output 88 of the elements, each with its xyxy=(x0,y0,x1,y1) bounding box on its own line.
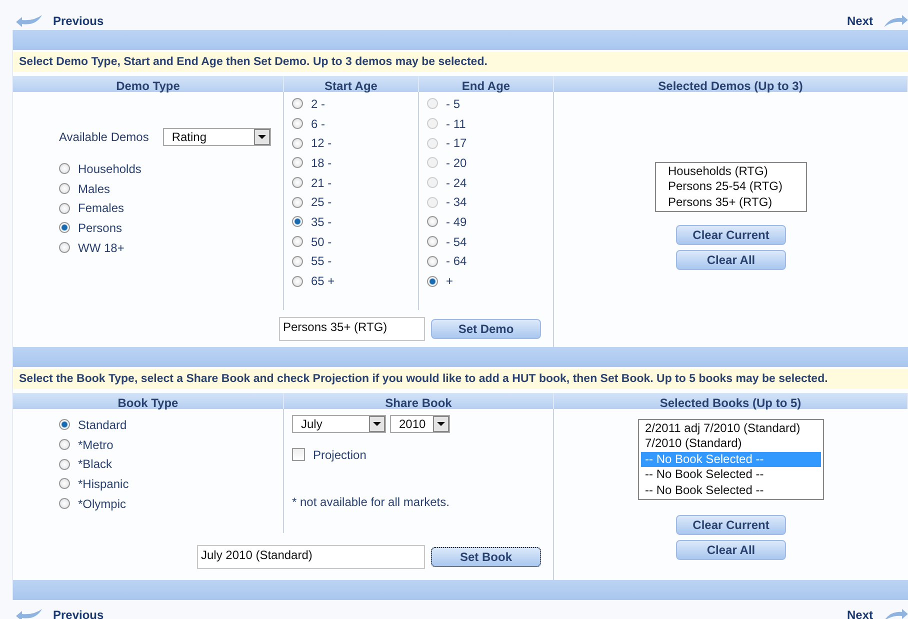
radio-button[interactable] xyxy=(292,177,303,188)
radio-button[interactable] xyxy=(292,196,303,208)
radio-option[interactable]: Persons xyxy=(59,218,283,238)
radio-option[interactable]: + xyxy=(427,271,553,291)
radio-option[interactable]: - 54 xyxy=(427,232,553,252)
column-header: Share Book xyxy=(284,393,554,409)
radio-option[interactable]: 18 - xyxy=(292,153,418,173)
radio-button[interactable] xyxy=(292,256,303,267)
note-text: * not available for all markets. xyxy=(292,494,450,509)
radio-button[interactable] xyxy=(292,157,303,168)
radio-button[interactable] xyxy=(59,242,70,254)
radio-option[interactable]: Females xyxy=(59,198,283,218)
back-arrow-icon xyxy=(14,14,44,28)
radio-button[interactable] xyxy=(59,163,70,174)
radio-button[interactable] xyxy=(427,276,438,287)
forward-arrow-icon xyxy=(882,14,908,28)
radio-button[interactable] xyxy=(292,138,303,149)
radio-button[interactable] xyxy=(427,256,438,267)
checkbox[interactable] xyxy=(292,448,305,462)
radio-button[interactable] xyxy=(292,216,303,228)
demos-dropdown[interactable]: Rating xyxy=(162,128,271,146)
radio-button[interactable] xyxy=(292,236,303,248)
radio-option[interactable]: *Olympic xyxy=(59,494,283,514)
radio-button[interactable] xyxy=(292,98,303,110)
list-option[interactable]: Persons 25-54 (RTG) xyxy=(664,179,798,195)
projection-option[interactable]: Projection xyxy=(292,445,553,465)
radio-button[interactable] xyxy=(59,498,70,510)
previous-link[interactable]: Previous xyxy=(14,14,104,30)
next-link[interactable]: Next xyxy=(846,608,908,619)
radio-button[interactable] xyxy=(59,458,70,470)
radio-option[interactable]: 65 + xyxy=(292,271,418,291)
instruction-text: Select the Book Type, select a Share Book and check Projection if you would like to add a HUT book, then Set Book. Up to 5 books may be selected. xyxy=(13,369,908,389)
previous-link[interactable]: Previous xyxy=(14,608,104,619)
radio-option[interactable]: *Black xyxy=(59,454,283,474)
column-header: End Age xyxy=(419,76,554,92)
available-demos-label: Available Demos xyxy=(59,130,149,144)
radio-option[interactable]: 35 - xyxy=(292,212,418,232)
radio-option[interactable]: Males xyxy=(59,178,283,198)
radio-option[interactable]: 21 - xyxy=(292,172,418,192)
current-book-field[interactable]: July 2010 (Standard) xyxy=(197,544,425,568)
column-header: Demo Type xyxy=(13,76,284,92)
list-option[interactable]: 2/2011 adj 7/2010 (Standard) xyxy=(641,421,821,436)
radio-option[interactable]: WW 18+ xyxy=(59,238,283,258)
back-arrow-icon xyxy=(14,608,44,619)
radio-button[interactable] xyxy=(292,118,303,130)
month-dropdown[interactable]: July xyxy=(292,415,386,433)
radio-option[interactable]: 6 - xyxy=(292,114,418,134)
column-header: Book Type xyxy=(13,393,284,409)
radio-option[interactable]: 2 - xyxy=(292,94,418,114)
clear-current-button[interactable]: Clear Current xyxy=(676,225,786,246)
radio-option[interactable]: 12 - xyxy=(292,133,418,154)
radio-option[interactable]: Standard xyxy=(59,415,283,435)
radio-button[interactable] xyxy=(59,202,70,214)
list-option[interactable]: Households (RTG) xyxy=(664,164,798,180)
radio-button[interactable] xyxy=(59,419,70,430)
radio-option[interactable]: *Metro xyxy=(59,434,283,454)
radio-option[interactable]: - 49 xyxy=(427,212,553,232)
radio-button[interactable] xyxy=(427,236,438,248)
set-book-button[interactable]: Set Book xyxy=(431,546,541,566)
selected-demos-list[interactable]: Households (RTG) Persons 25-54 (RTG) Persons 35+ (RTG) xyxy=(655,162,807,212)
list-option[interactable]: -- No Book Selected -- xyxy=(641,467,821,483)
radio-button[interactable] xyxy=(59,478,70,490)
radio-button[interactable] xyxy=(59,222,70,234)
next-link[interactable]: Next xyxy=(846,14,908,30)
selected-books-list[interactable]: 2/2011 adj 7/2010 (Standard) 7/2010 (Standard) -- No Book Selected -- -- No Book Selected -- -- No Book Selected -- xyxy=(638,419,824,500)
clear-all-button[interactable]: Clear All xyxy=(676,540,786,560)
radio-option[interactable]: 55 - xyxy=(292,252,418,272)
radio-option[interactable]: Households xyxy=(59,159,283,179)
clear-current-button[interactable]: Clear Current xyxy=(676,514,786,535)
list-option[interactable]: -- No Book Selected -- xyxy=(641,482,821,498)
radio-button[interactable] xyxy=(292,276,303,287)
clear-all-button[interactable]: Clear All xyxy=(676,250,786,270)
radio-button[interactable] xyxy=(59,183,70,194)
radio-button[interactable] xyxy=(59,439,70,450)
list-option[interactable]: 7/2010 (Standard) xyxy=(641,436,821,452)
instruction-text: Select Demo Type, Start and End Age then Set Demo. Up to 3 demos may be selected. xyxy=(13,52,908,72)
year-dropdown[interactable]: 2010 xyxy=(390,415,450,433)
current-demo-field[interactable]: Persons 35+ (RTG) xyxy=(279,316,425,340)
radio-option[interactable]: 25 - xyxy=(292,192,418,212)
radio-option[interactable]: - 64 xyxy=(427,252,553,272)
column-header: Start Age xyxy=(284,76,419,92)
column-header: Selected Demos (Up to 3) xyxy=(554,76,908,92)
set-demo-button[interactable]: Set Demo xyxy=(431,318,541,338)
radio-button[interactable] xyxy=(427,216,438,228)
column-header: Selected Books (Up to 5) xyxy=(554,393,908,409)
list-option[interactable]: Persons 35+ (RTG) xyxy=(664,194,798,210)
radio-option[interactable]: 50 - xyxy=(292,232,418,252)
radio-option[interactable]: *Hispanic xyxy=(59,474,283,494)
